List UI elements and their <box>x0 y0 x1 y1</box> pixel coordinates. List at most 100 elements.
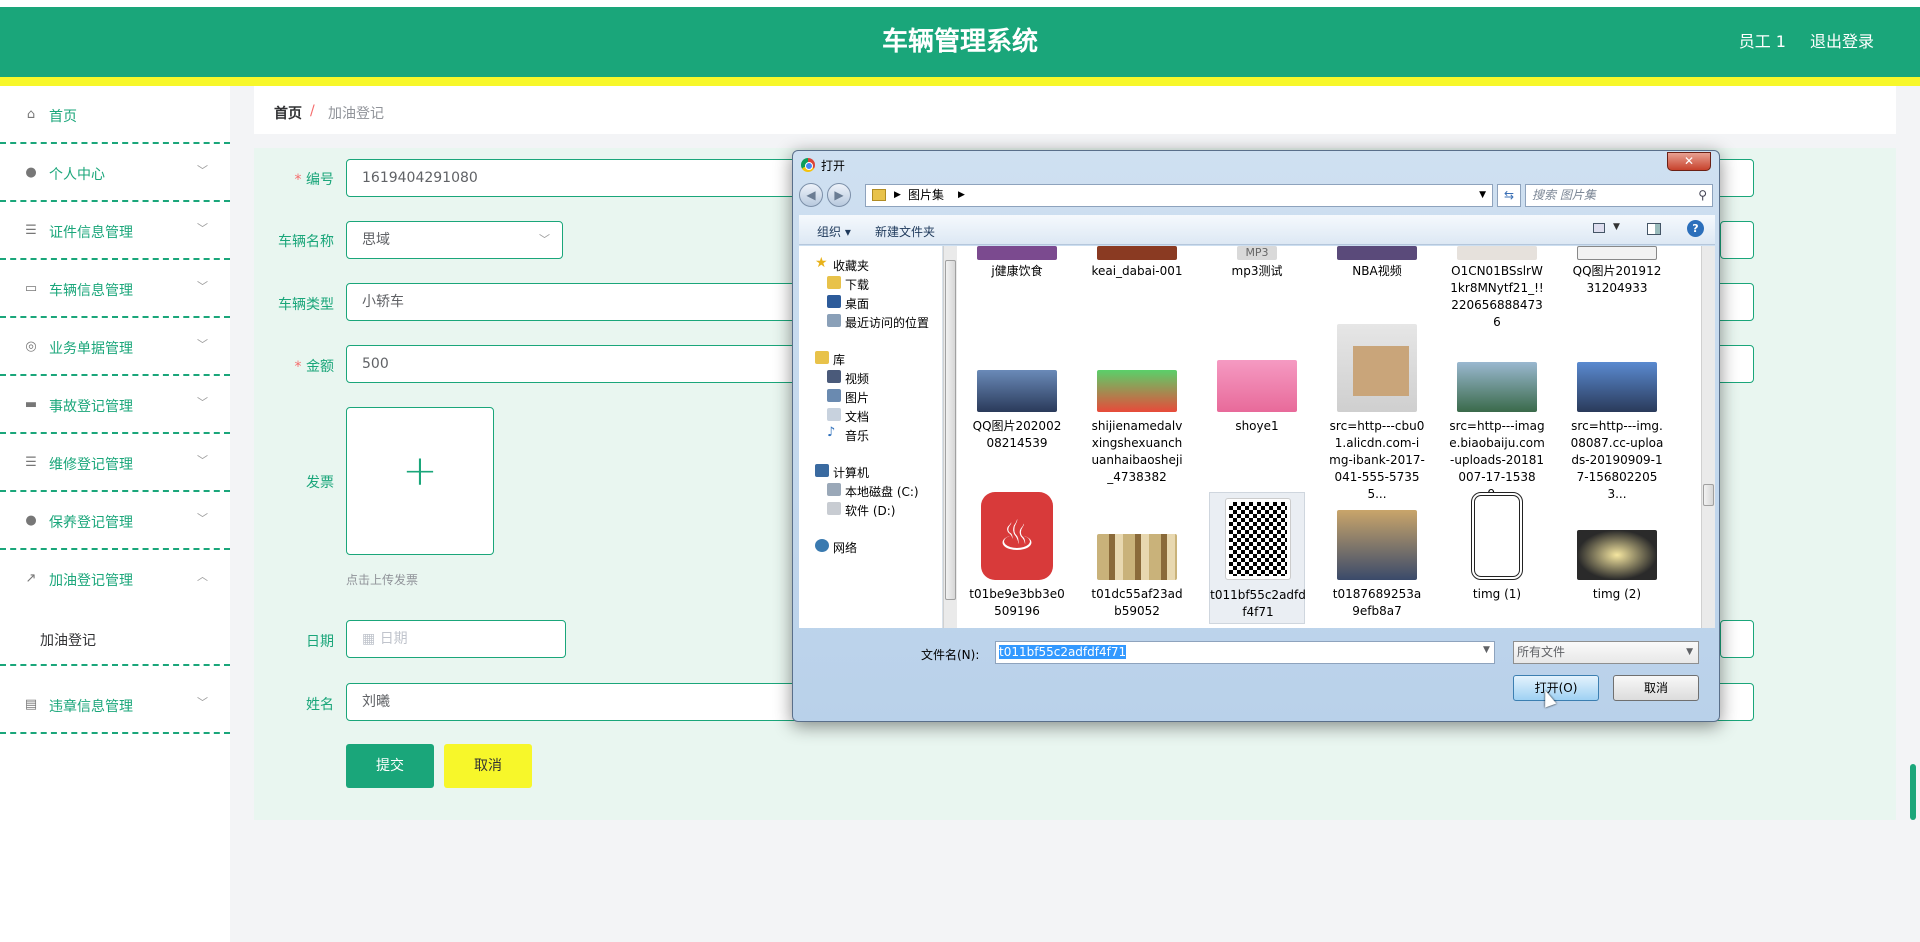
file-thumbnail <box>1097 534 1177 580</box>
invoice-upload[interactable]: + <box>346 407 494 555</box>
chevron-down-icon[interactable]: ▼ <box>1479 185 1486 206</box>
organize-button[interactable]: 组织 ▾ <box>817 223 851 240</box>
sidebar-subitem-refuel-register[interactable]: 加油登记 <box>0 610 230 666</box>
help-icon[interactable]: ? <box>1687 220 1704 237</box>
sidebar-item-documents[interactable]: ◎ 业务单据管理 ﹀ <box>0 318 230 376</box>
logout-link[interactable]: 退出登录 <box>1810 7 1874 77</box>
star-icon: ★ <box>815 255 828 271</box>
chevron-down-icon: ﹀ <box>197 338 208 351</box>
file-item[interactable]: timg (1) <box>1449 492 1545 618</box>
file-item[interactable]: O1CN01BSslrW1kr8MNytf21_!!2206568884736 <box>1449 246 1545 329</box>
refresh-icon[interactable]: ⇆ <box>1497 184 1521 207</box>
file-item[interactable]: j健康饮食 <box>969 246 1065 316</box>
view-icon[interactable] <box>1593 223 1605 233</box>
picture-icon <box>827 389 841 402</box>
sidebar-item-vehicles[interactable]: ▭ 车辆信息管理 ﹀ <box>0 260 230 318</box>
address-path[interactable]: 图片集 <box>908 185 944 206</box>
field-label-date: 日期 <box>306 634 334 650</box>
file-item[interactable]: QQ图片20191231204933 <box>1569 246 1665 316</box>
file-item[interactable]: src=http---img.08087.cc-uploads-20190909… <box>1569 324 1665 501</box>
preview-pane-icon[interactable] <box>1647 223 1661 235</box>
file-item[interactable]: shoye1 <box>1209 324 1305 472</box>
date-extra-field[interactable] <box>1720 620 1754 658</box>
breadcrumb-separator: / <box>310 103 315 119</box>
sidebar-item-repairs[interactable]: ☰ 维修登记管理 ﹀ <box>0 434 230 492</box>
file-item[interactable]: t01dc55af23adb59052 <box>1089 492 1185 618</box>
nav-item-documents[interactable]: 文档 <box>799 405 943 425</box>
filename-input[interactable]: t011bf55c2adfdf4f71 <box>995 641 1495 664</box>
chevron-down-icon[interactable]: ▼ <box>1613 222 1620 232</box>
file-item[interactable]: src=http---image.biaobaiju.com-uploads-2… <box>1449 324 1545 501</box>
address-bar[interactable]: ▶ 图片集 ▶ ▼ <box>865 184 1493 207</box>
car-name-select[interactable]: 思域 ﹀ <box>346 221 563 259</box>
file-item[interactable]: keai_dabai-001 <box>1089 246 1185 316</box>
nav-item-videos[interactable]: 视频 <box>799 367 943 387</box>
nav-item-libraries[interactable]: 库 <box>799 348 943 368</box>
nav-scrollbar[interactable] <box>943 246 957 628</box>
cancel-button[interactable]: 取消 <box>444 744 532 788</box>
nav-item-downloads[interactable]: 下载 <box>799 273 943 293</box>
sidebar-item-personal-center[interactable]: ● 个人中心 ﹀ <box>0 144 230 202</box>
file-scrollbar-thumb[interactable] <box>1703 484 1714 506</box>
filetype-select[interactable]: 所有文件 ▼ <box>1513 641 1699 664</box>
dialog-titlebar[interactable]: 打开 ✕ <box>793 151 1719 179</box>
nav-item-recent[interactable]: 最近访问的位置 <box>799 311 943 331</box>
chart-icon: ↗ <box>25 571 37 586</box>
sidebar-item-refueling[interactable]: ↗ 加油登记管理 ︿ <box>0 550 230 610</box>
nav-item-disk-c[interactable]: 本地磁盘 (C:) <box>799 480 943 500</box>
sidebar-item-label: 维修登记管理 <box>49 457 133 473</box>
download-folder-icon <box>827 276 841 289</box>
chat-icon: ▭ <box>24 281 38 296</box>
file-item-selected[interactable]: t011bf55c2adfdf4f71 <box>1209 492 1306 624</box>
breadcrumb-home[interactable]: 首页 <box>274 103 302 123</box>
page-scrollbar[interactable] <box>1910 764 1916 820</box>
back-icon[interactable]: ◀ <box>799 183 823 207</box>
submit-button[interactable]: 提交 <box>346 744 434 788</box>
car-name-extra-field[interactable] <box>1720 221 1754 259</box>
sidebar-item-label: 车辆信息管理 <box>49 283 133 299</box>
video-icon <box>827 370 841 383</box>
nav-item-network[interactable]: 网络 <box>799 536 943 556</box>
open-button[interactable]: 打开(O) <box>1513 675 1599 701</box>
forward-icon[interactable]: ▶ <box>827 183 851 207</box>
file-item[interactable]: timg (2) <box>1569 492 1665 618</box>
sidebar-item-maintenance[interactable]: ● 保养登记管理 ﹀ <box>0 492 230 550</box>
chevron-down-icon[interactable]: ▼ <box>1483 645 1490 655</box>
sidebar-item-accidents[interactable]: ▬ 事故登记管理 ﹀ <box>0 376 230 434</box>
nav-item-disk-d[interactable]: 软件 (D:) <box>799 499 943 519</box>
breadcrumb-current: 加油登记 <box>328 106 384 122</box>
sidebar-item-certificates[interactable]: ☰ 证件信息管理 ﹀ <box>0 202 230 260</box>
nav-item-favorites[interactable]: ★ 收藏夹 <box>799 254 943 274</box>
dialog-bottom: 文件名(N): t011bf55c2adfdf4f71 ▼ 所有文件 ▼ 打开(O… <box>799 629 1715 719</box>
nav-item-desktop[interactable]: 桌面 <box>799 292 943 312</box>
dialog-cancel-button[interactable]: 取消 <box>1613 675 1699 701</box>
compass-icon: ◎ <box>25 339 37 354</box>
chrome-icon <box>801 158 815 172</box>
file-item[interactable]: t0187689253a9efb8a7 <box>1329 492 1425 618</box>
field-label-amount: * 金额 <box>294 359 334 375</box>
nav-item-music[interactable]: ♪ 音乐 <box>799 424 943 444</box>
new-folder-button[interactable]: 新建文件夹 <box>875 223 935 240</box>
sidebar-item-violations[interactable]: ▤ 违章信息管理 ﹀ <box>0 676 230 734</box>
nav-item-computer[interactable]: 计算机 <box>799 461 943 481</box>
file-thumbnail <box>1353 346 1409 396</box>
sidebar-item-label: 个人中心 <box>49 167 105 183</box>
file-item[interactable]: ♨ t01be9e3bb3e0509196 <box>969 492 1065 618</box>
sidebar-item-home[interactable]: ⌂ 首页 <box>0 86 230 144</box>
nav-item-pictures[interactable]: 图片 <box>799 386 943 406</box>
file-item[interactable]: NBA视频 <box>1329 246 1425 316</box>
date-picker[interactable]: ▦ 日期 <box>346 620 566 658</box>
nav-scrollbar-thumb[interactable] <box>945 260 956 600</box>
dialog-search-input[interactable]: 搜索 图片集 ⚲ <box>1525 184 1713 207</box>
file-thumbnail <box>1577 530 1657 580</box>
file-item[interactable]: shijienamedalvxingshexuanchuanhaibaoshej… <box>1089 324 1185 484</box>
network-icon <box>815 539 829 552</box>
file-thumbnail <box>977 246 1057 260</box>
file-item[interactable]: src=http---cbu01.alicdn.com-img-ibank-20… <box>1329 324 1425 501</box>
navigation-pane: ★ 收藏夹 下载 桌面 最近访问的位置 库 视频 图片 文档 ♪ 音乐 计算机 本地… <box>799 246 943 628</box>
mp3-icon: MP3 <box>1237 246 1277 260</box>
file-item[interactable]: QQ图片20200208214539 <box>969 324 1065 472</box>
file-item[interactable]: MP3 mp3测试 <box>1209 246 1305 316</box>
file-scrollbar[interactable] <box>1701 246 1715 628</box>
dialog-close-button[interactable]: ✕ <box>1667 152 1711 171</box>
